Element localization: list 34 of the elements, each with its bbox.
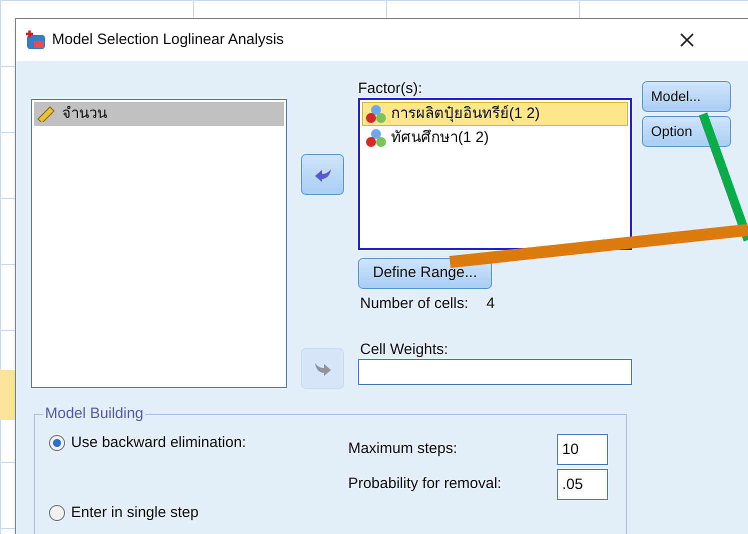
curved-arrow-icon (314, 360, 332, 376)
variable-label: จำนวน (62, 104, 107, 124)
radio-label: Enter in single step (71, 503, 199, 523)
cell-weights-field[interactable] (358, 359, 632, 385)
factor-label: ทัศนศึกษา(1 2) (391, 128, 489, 148)
radio-button[interactable] (49, 505, 65, 522)
sheet-cell (0, 370, 15, 420)
variable-item[interactable]: จำนวน (34, 102, 284, 126)
factors-label: Factor(s): (358, 79, 424, 98)
radio-label: Use backward elimination: (71, 432, 246, 452)
field-label: Maximum steps: (348, 438, 458, 459)
move-button[interactable] (301, 154, 344, 195)
number-field[interactable]: .05 (557, 468, 608, 500)
window-title: Model Selection Loglinear Analysis (52, 30, 284, 50)
cells-value: 4 (486, 294, 495, 314)
define-range-button[interactable]: Define Range... (358, 258, 492, 289)
factor-item[interactable]: การผลิตปุ๋ยอินทรีย์(1 2) (362, 102, 628, 126)
factor-item[interactable]: ทัศนศึกษา(1 2) (362, 126, 628, 150)
group-title: Model Building (44, 404, 144, 424)
cells-label: Number of cells: (360, 294, 468, 314)
variable-list[interactable]: จำนวน (31, 99, 287, 388)
dialog-button[interactable]: Model... (642, 81, 731, 112)
radio-button[interactable] (49, 434, 65, 451)
ruler-icon (36, 106, 56, 122)
factor-icon (365, 104, 387, 124)
factor-label: การผลิตปุ๋ยอินทรีย์(1 2) (391, 104, 540, 124)
close-icon (678, 32, 695, 48)
factor-icon (365, 128, 387, 148)
field-label: Probability for removal: (348, 474, 502, 494)
factor-list[interactable]: การผลิตปุ๋ยอินทรีย์(1 2) ทัศนศึกษา(1 2) (358, 98, 632, 250)
cell-weights-label: Cell Weights: (360, 340, 450, 359)
curved-arrow-icon (314, 166, 332, 182)
number-field[interactable]: 10 (557, 434, 608, 464)
app-icon (24, 30, 46, 50)
